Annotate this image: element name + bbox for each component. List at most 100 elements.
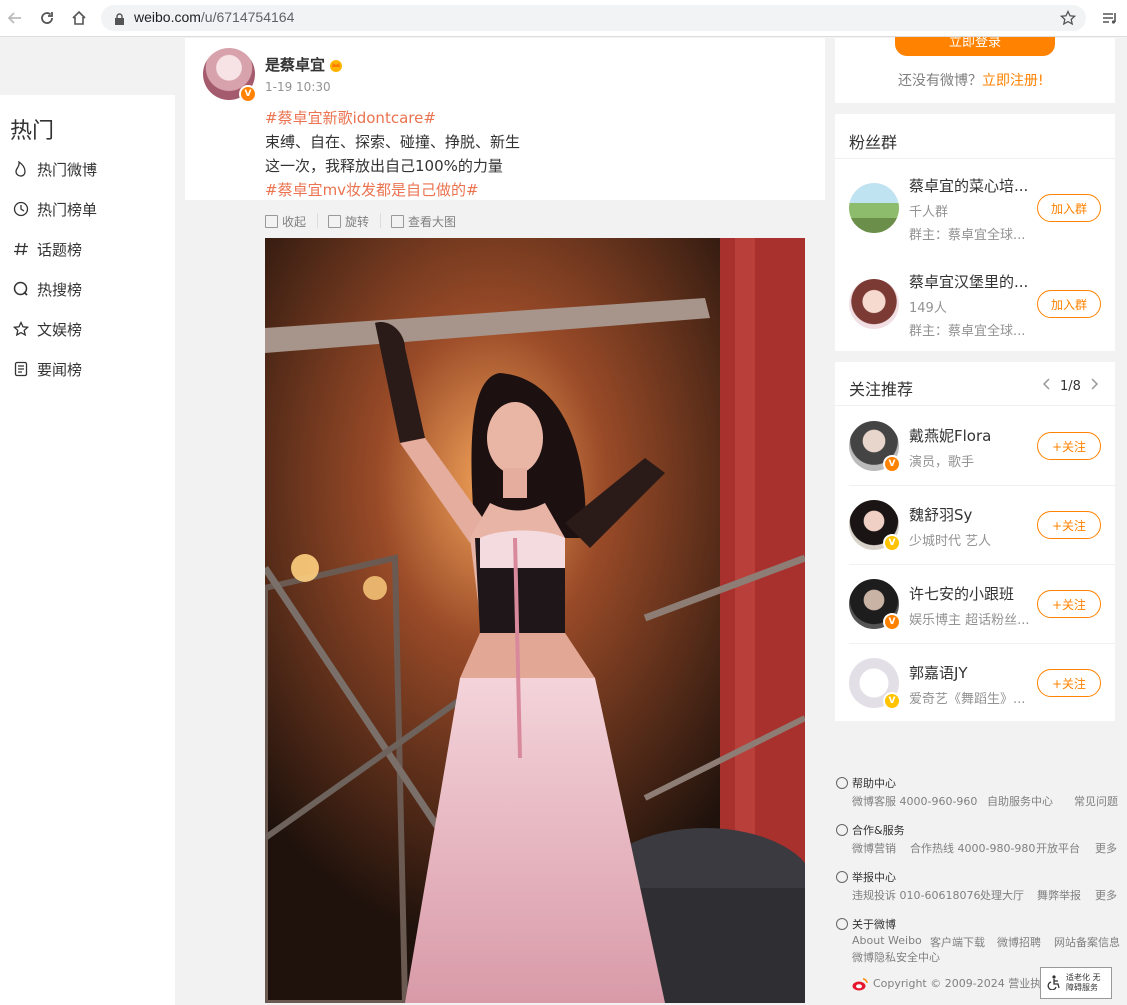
- divider: [835, 405, 1115, 406]
- follow-button[interactable]: +关注: [1037, 590, 1101, 618]
- post-photo[interactable]: [265, 238, 805, 1003]
- footer-link[interactable]: 处理大厅: [980, 887, 1024, 903]
- prev-page-icon[interactable]: [1042, 378, 1050, 394]
- footer-link[interactable]: 更多: [1095, 840, 1117, 856]
- sidebar-item-label: 热门榜单: [37, 200, 98, 219]
- footer-help-title[interactable]: 帮助中心: [852, 775, 896, 791]
- footer-link[interactable]: 微博营销: [852, 840, 896, 856]
- sidebar-item-hot-search[interactable]: 热搜榜: [12, 277, 82, 301]
- toolbar-divider: [317, 213, 318, 228]
- login-button[interactable]: 立即登录: [895, 37, 1055, 56]
- group-size: 149人: [909, 301, 947, 316]
- footer-link[interactable]: About Weibo: [852, 934, 922, 947]
- page-indicator: 1/8: [1060, 378, 1081, 394]
- footer-link[interactable]: 合作热线 4000-980-980: [910, 840, 1035, 856]
- user-name[interactable]: 郭嘉语JY: [909, 662, 968, 683]
- divider: [849, 564, 1115, 565]
- footer-link[interactable]: 网站备案信息: [1054, 934, 1120, 950]
- sidebar-item-topic-list[interactable]: 话题榜: [12, 237, 82, 261]
- author-name[interactable]: 是蔡卓宜: [265, 54, 325, 75]
- star-icon: [12, 320, 30, 338]
- accessibility-icon: [1046, 974, 1062, 992]
- post-hashtag[interactable]: #蔡卓宜新歌idontcare#: [265, 107, 436, 128]
- footer-link[interactable]: 自助服务中心: [987, 793, 1053, 809]
- sidebar-item-label: 热门微博: [37, 160, 98, 179]
- sidebar-item-label: 话题榜: [37, 240, 83, 259]
- footer-link[interactable]: 微博客服 4000-960-960: [852, 793, 977, 809]
- collapse-icon: [265, 214, 278, 228]
- weibo-logo-icon: [852, 976, 868, 995]
- view-large-button[interactable]: 查看大图: [391, 212, 456, 230]
- group-name[interactable]: 蔡卓宜的菜心培...: [909, 175, 1028, 196]
- footer-link[interactable]: 更多: [1095, 887, 1117, 903]
- verified-badge-icon: V: [883, 613, 901, 631]
- accessibility-badge[interactable]: 适老化 无障碍服务: [1040, 967, 1112, 999]
- search-icon: [12, 280, 30, 298]
- group-owner: 群主：蔡卓宜全球...: [909, 324, 1026, 339]
- next-page-icon[interactable]: [1091, 378, 1099, 394]
- url-domain: weibo.com: [134, 9, 201, 25]
- back-arrow-icon[interactable]: [5, 8, 25, 28]
- user-name[interactable]: 许七安的小跟班: [909, 583, 1014, 604]
- reading-list-icon[interactable]: [1100, 8, 1120, 28]
- footer-report-title[interactable]: 举报中心: [852, 869, 896, 885]
- sidebar-title: 热门: [10, 119, 55, 144]
- view-large-label: 查看大图: [408, 214, 457, 229]
- join-group-button[interactable]: 加入群: [1037, 194, 1101, 222]
- footer-about-title[interactable]: 关于微博: [852, 916, 896, 932]
- footer-link[interactable]: 舞弊举报: [1037, 887, 1081, 903]
- recommend-pager: 1/8: [1042, 378, 1099, 394]
- footer-link[interactable]: 微博招聘: [997, 934, 1041, 950]
- post-time[interactable]: 1-19 10:30: [265, 80, 331, 94]
- about-icon: [836, 918, 848, 930]
- group-avatar[interactable]: [849, 183, 899, 233]
- browser-toolbar: weibo.com/u/6714754164: [0, 0, 1127, 37]
- collapse-button[interactable]: 收起: [265, 212, 306, 230]
- verified-badge-icon: V: [239, 85, 257, 103]
- address-bar[interactable]: weibo.com/u/6714754164: [101, 5, 1086, 31]
- footer-link[interactable]: 常见问题: [1074, 793, 1118, 809]
- sidebar-item-entertainment[interactable]: 文娱榜: [12, 317, 82, 341]
- post-photo-art: [265, 238, 805, 1003]
- home-icon[interactable]: [69, 8, 89, 28]
- user-desc: 演员，歌手: [909, 455, 975, 470]
- fire-icon: [12, 160, 30, 178]
- footer-link[interactable]: 违规投诉 010-60618076: [852, 887, 980, 903]
- sidebar-item-label: 文娱榜: [37, 320, 83, 339]
- sidebar-item-hot-weibo[interactable]: 热门微博: [12, 157, 97, 181]
- user-name[interactable]: 戴燕妮Flora: [909, 425, 991, 446]
- user-desc: 爱奇艺《舞蹈生》...: [909, 692, 1026, 707]
- fan-groups-title: 粉丝群: [849, 133, 898, 152]
- bookmark-star-icon[interactable]: [1059, 9, 1077, 30]
- rotate-button[interactable]: 旋转: [328, 212, 369, 230]
- join-group-button[interactable]: 加入群: [1037, 290, 1101, 318]
- footer-link[interactable]: 客户端下载: [930, 934, 985, 950]
- register-prompt: 还没有微博？立即注册!: [898, 70, 1044, 90]
- rotate-label: 旋转: [345, 214, 370, 229]
- post-text-line: 束缚、自在、探索、碰撞、挣脱、新生: [265, 133, 521, 151]
- follow-button[interactable]: +关注: [1037, 511, 1101, 539]
- sidebar-item-news[interactable]: 要闻榜: [12, 357, 82, 381]
- post-hashtag[interactable]: #蔡卓宜mv妆发都是自己做的#: [265, 179, 479, 200]
- url-text: weibo.com/u/6714754164: [134, 9, 294, 25]
- user-name[interactable]: 魏舒羽Sy: [909, 504, 972, 525]
- footer-link[interactable]: 开放平台: [1036, 840, 1080, 856]
- footer-coop-title[interactable]: 合作&服务: [852, 822, 905, 838]
- follow-button[interactable]: +关注: [1037, 432, 1101, 460]
- register-link[interactable]: 立即注册!: [982, 73, 1044, 89]
- verified-badge-icon: V: [883, 455, 901, 473]
- accessibility-label: 适老化 无障碍服务: [1066, 973, 1101, 992]
- post-text-line: 这一次，我释放出自己100%的力量: [265, 157, 503, 175]
- cooperation-icon: [836, 824, 848, 836]
- divider: [849, 485, 1115, 486]
- group-avatar[interactable]: [849, 279, 899, 329]
- reload-icon[interactable]: [37, 8, 57, 28]
- group-name[interactable]: 蔡卓宜汉堡里的...: [909, 271, 1028, 292]
- view-large-icon: [391, 214, 404, 228]
- crown-icon: [328, 57, 344, 72]
- footer-link[interactable]: 微博隐私安全中心: [852, 949, 940, 965]
- follow-button[interactable]: +关注: [1037, 669, 1101, 697]
- copyright-text[interactable]: Copyright © 2009-2024 营业执照: [873, 975, 1052, 991]
- sidebar-item-hot-list[interactable]: 热门榜单: [12, 197, 97, 221]
- collapse-label: 收起: [282, 214, 307, 229]
